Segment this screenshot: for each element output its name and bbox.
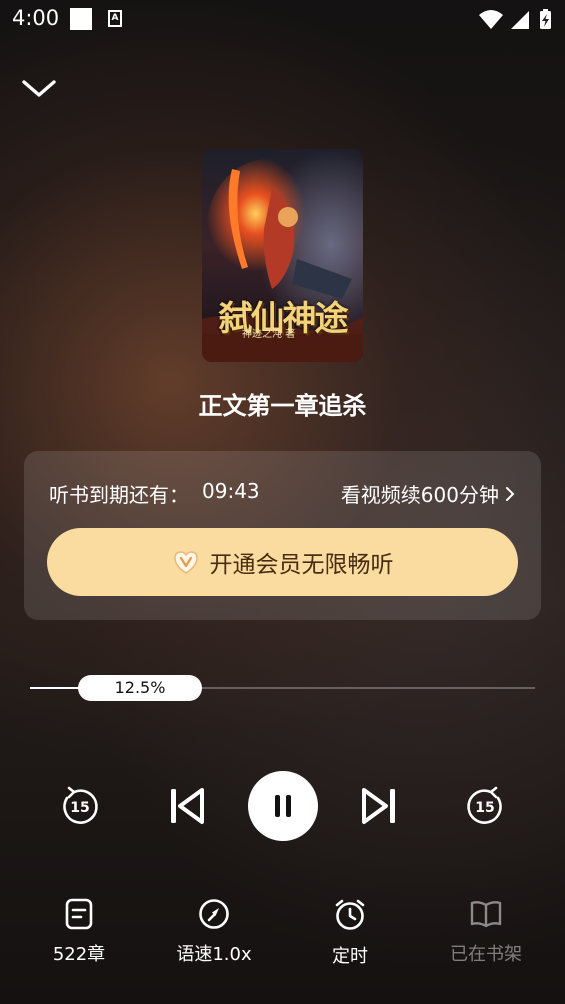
open-book-icon <box>470 901 502 928</box>
alarm-clock-icon <box>335 899 365 930</box>
status-bar: 4:00 A <box>0 0 565 40</box>
rewind-seconds: 15 <box>70 800 89 816</box>
chevron-right-icon <box>506 486 515 501</box>
pause-icon <box>275 795 291 817</box>
status-time: 4:00 <box>12 6 60 30</box>
forward-seconds: 15 <box>475 800 494 816</box>
chevron-down-icon <box>22 80 56 97</box>
status-icons <box>479 9 551 29</box>
sleep-timer-button[interactable]: 定时 <box>295 898 405 968</box>
trial-remaining-time: 09:43 <box>202 479 260 503</box>
book-cover[interactable]: 弑仙神途 神迹之沌 著 <box>202 149 363 362</box>
speed-button[interactable]: 语速1.0x <box>159 898 269 968</box>
next-chapter-button[interactable] <box>360 784 400 828</box>
notification-icon <box>70 8 92 30</box>
signal-icon <box>511 11 529 29</box>
forward-15-button[interactable]: 15 <box>463 784 507 828</box>
chapter-title: 正文第一章追杀 <box>198 392 367 420</box>
rewind-15-icon: 15 <box>63 786 98 824</box>
watch-video-label: 看视频续600分钟 <box>340 483 499 507</box>
bookshelf-label: 已在书架 <box>450 944 522 965</box>
trial-remaining-label: 听书到期还有： <box>49 483 189 507</box>
chapter-list-icon <box>65 898 93 930</box>
skip-previous-icon <box>171 788 204 824</box>
bookshelf-button[interactable]: 已在书架 <box>431 898 541 968</box>
pause-button[interactable] <box>248 771 318 841</box>
forward-15-icon: 15 <box>467 786 502 824</box>
speed-label: 语速1.0x <box>176 944 252 965</box>
watch-video-link[interactable]: 看视频续600分钟 <box>341 479 515 508</box>
timer-label: 定时 <box>332 946 368 967</box>
speed-gauge-icon <box>199 899 229 929</box>
vip-card: 听书到期还有： 09:43 看视频续600分钟 开通会员无限畅听 <box>24 451 541 620</box>
skip-next-icon <box>362 788 395 824</box>
accessibility-notification-icon: A <box>108 10 122 27</box>
wifi-icon <box>479 10 503 29</box>
cover-author-art: 神迹之沌 著 <box>242 329 296 340</box>
rewind-15-button[interactable]: 15 <box>58 784 102 828</box>
chapters-button[interactable]: 522章 <box>24 898 134 968</box>
progress-thumb[interactable]: 12.5% <box>78 675 202 701</box>
vip-subscribe-button[interactable]: 开通会员无限畅听 <box>47 528 518 596</box>
previous-chapter-button[interactable] <box>166 784 206 828</box>
vip-subscribe-label: 开通会员无限畅听 <box>209 552 394 578</box>
vip-badge-icon <box>173 551 198 574</box>
chapters-label: 522章 <box>52 944 106 965</box>
collapse-button[interactable] <box>18 72 60 106</box>
